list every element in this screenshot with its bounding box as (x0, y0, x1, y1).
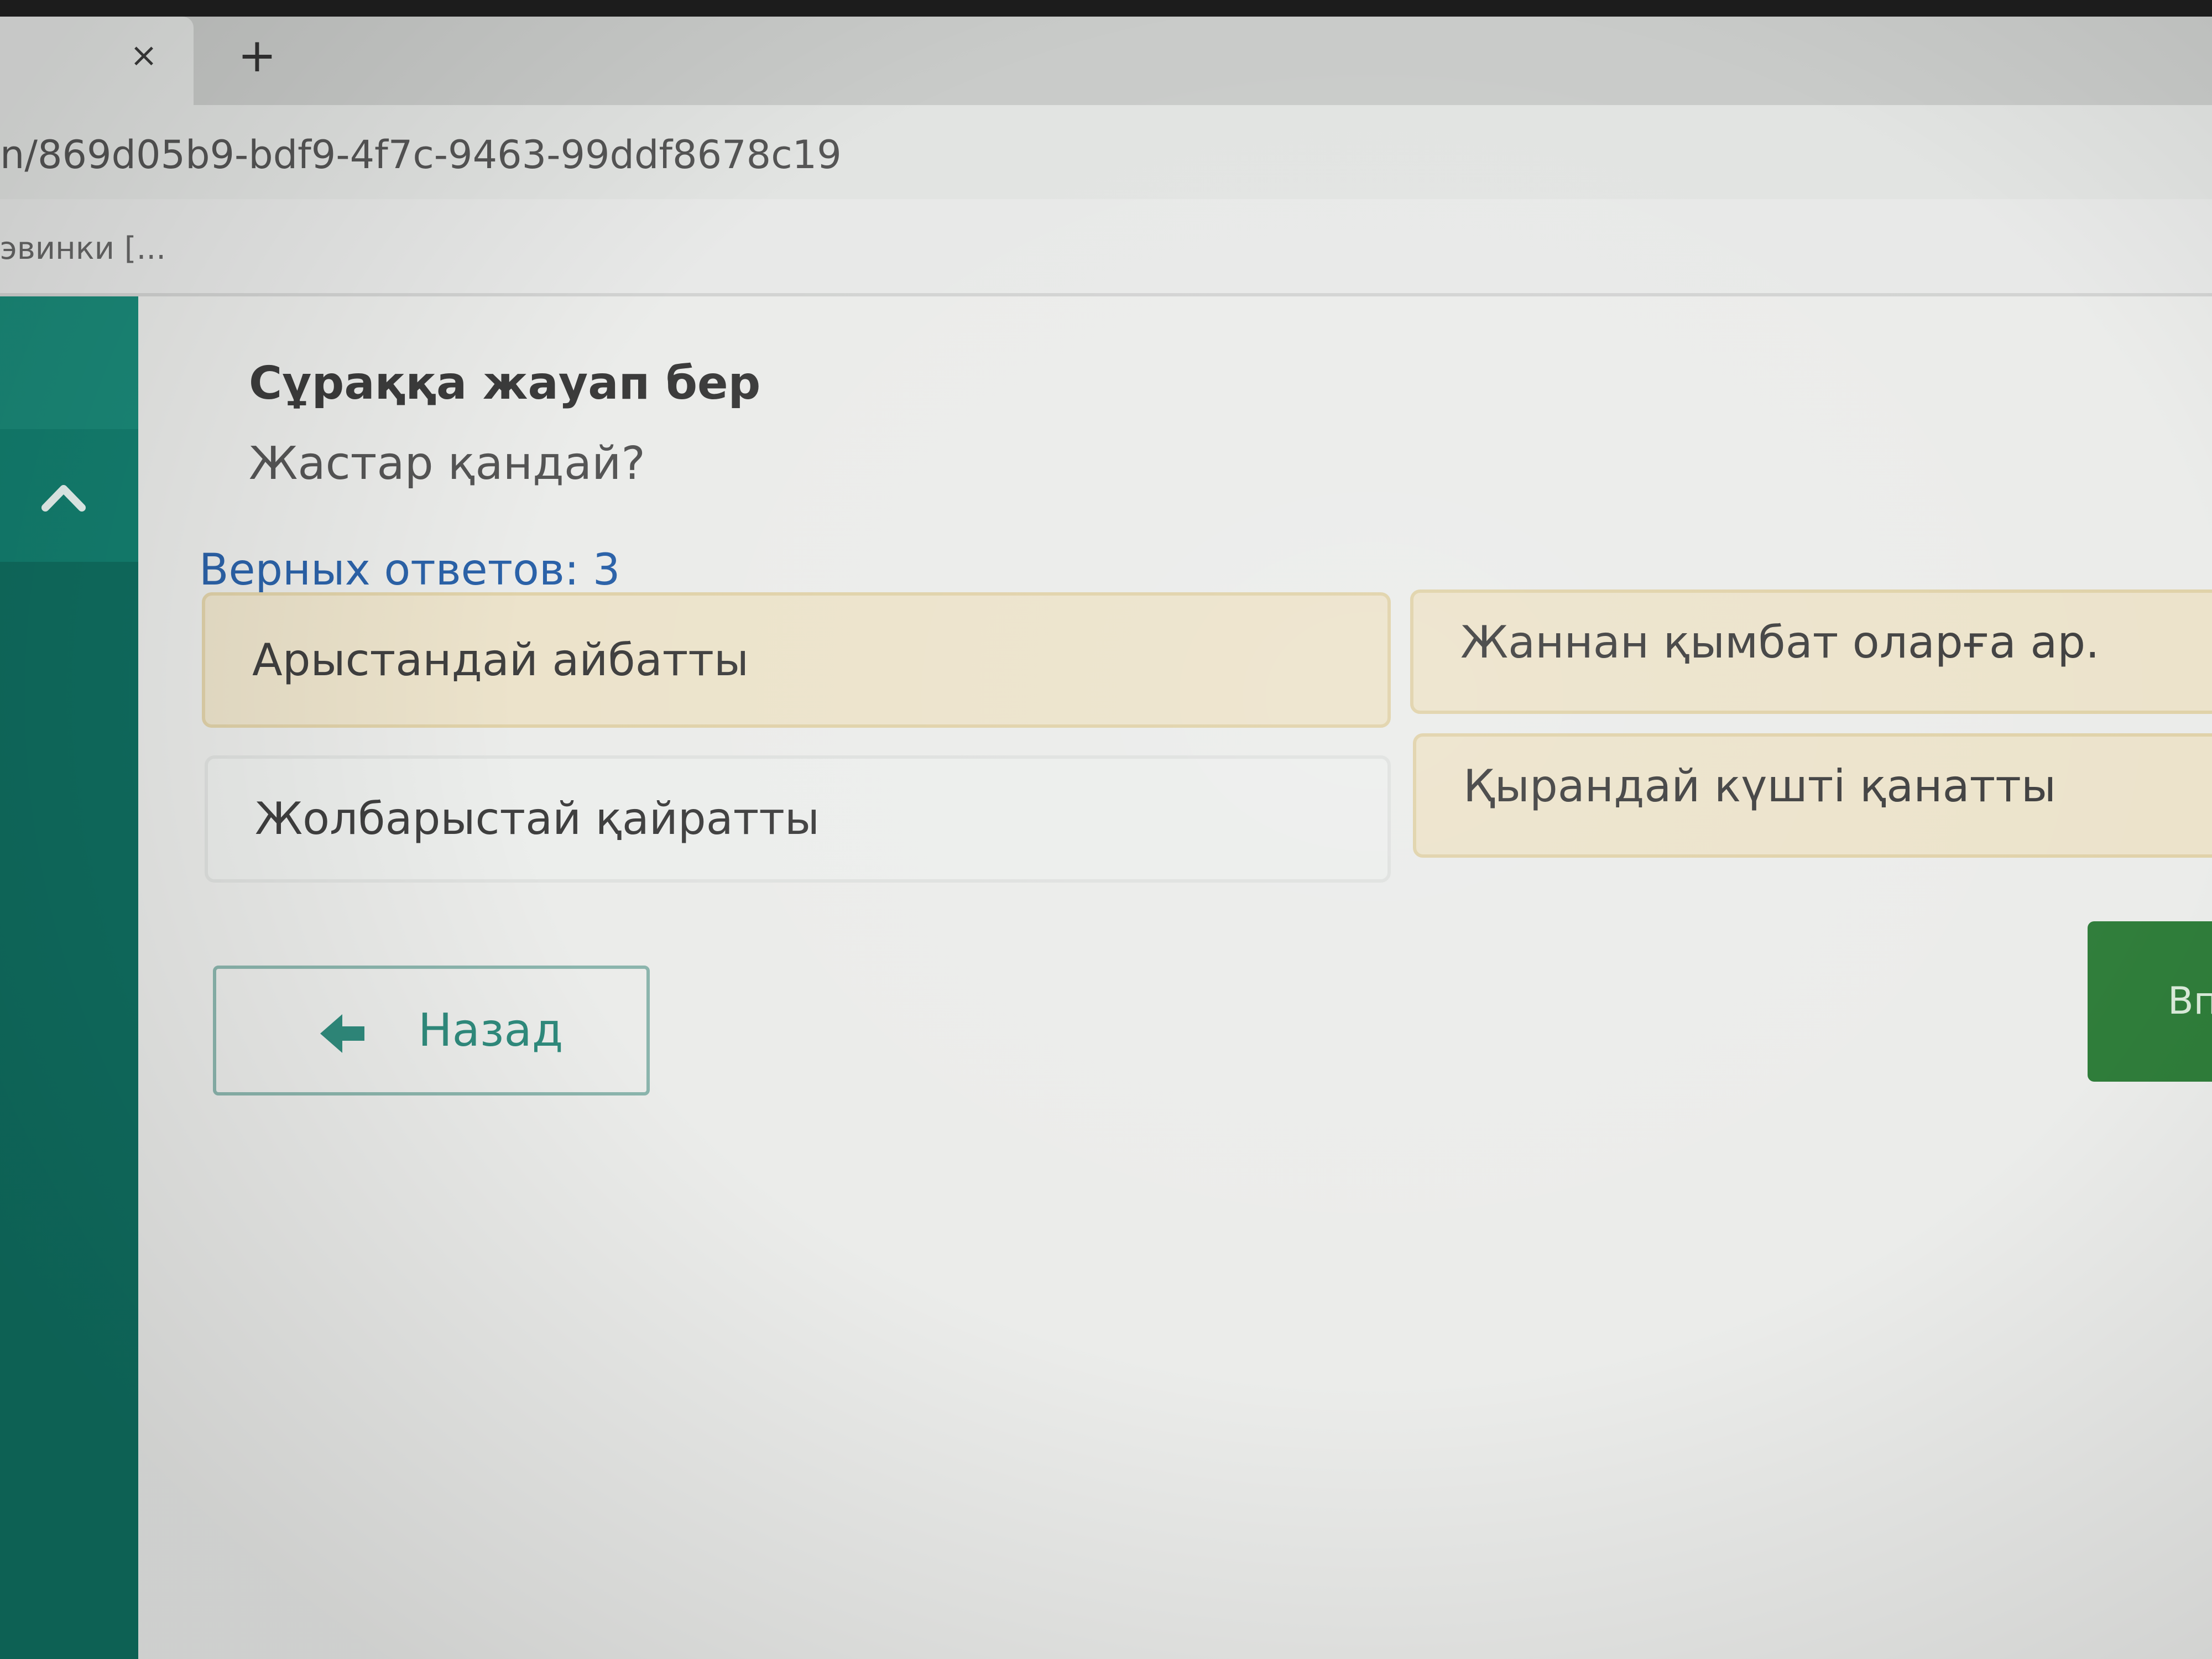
answer-option-1[interactable]: Арыстандай айбатты (202, 592, 1391, 728)
browser-tab-strip: × + (0, 0, 2212, 105)
sidebar-collapse-button[interactable] (0, 429, 138, 562)
close-tab-icon[interactable]: × (127, 33, 160, 77)
address-bar[interactable]: n/869d05b9-bdf9-4f7c-9463-99ddf8678c19 (0, 105, 2212, 199)
browser-tab[interactable] (0, 17, 194, 105)
next-button-label: Вп (2168, 979, 2212, 1023)
arrow-left-icon (320, 1014, 364, 1053)
back-button-label: Назад (418, 1004, 564, 1057)
quiz-content: Сұраққа жауап бер Жастар қандай? Верных … (138, 296, 2212, 1659)
new-tab-icon[interactable]: + (232, 30, 282, 80)
back-button[interactable]: Назад (213, 966, 650, 1095)
answer-option-3[interactable]: Жолбарыстай қайратты (205, 755, 1391, 883)
screen: × + n/869d05b9-bdf9-4f7c-9463-99ddf8678c… (0, 0, 2212, 1659)
next-button[interactable]: Вп (2088, 921, 2212, 1082)
sidebar-header (0, 296, 138, 429)
url-text[interactable]: n/869d05b9-bdf9-4f7c-9463-99ddf8678c19 (0, 130, 842, 180)
answer-option-2[interactable]: Жаннан қымбат оларға ар. (1410, 589, 2212, 714)
correct-answers-count: Верных ответов: 3 (199, 545, 620, 595)
question-text: Жастар қандай? (249, 437, 645, 490)
bookmark-item[interactable]: эвинки [... (0, 227, 166, 271)
bookmarks-bar: эвинки [... (0, 199, 2212, 296)
task-title: Сұраққа жауап бер (249, 357, 761, 410)
sidebar (0, 296, 138, 1659)
answer-option-4[interactable]: Қырандай күшті қанатты (1413, 733, 2212, 858)
chevron-up-icon (41, 485, 86, 512)
